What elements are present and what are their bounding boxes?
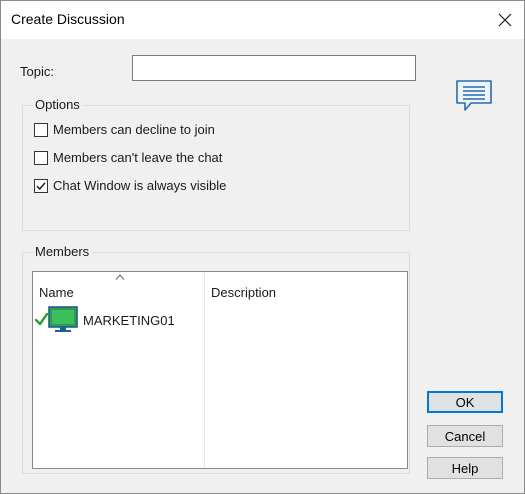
topic-input[interactable] (132, 55, 416, 81)
members-list[interactable]: Name Description MARKETING01 (32, 271, 408, 469)
close-button[interactable] (486, 1, 524, 39)
option-decline-to-join[interactable]: Members can decline to join (34, 122, 215, 137)
members-group-title: Members (33, 244, 93, 259)
checkmark-icon (36, 181, 46, 190)
close-icon (498, 13, 512, 27)
member-name: MARKETING01 (83, 312, 175, 328)
column-header-name[interactable]: Name (33, 272, 204, 300)
options-group-title: Options (33, 97, 83, 112)
decline-to-join-checkbox[interactable] (34, 122, 48, 137)
cant-leave-chat-checkbox[interactable] (34, 150, 48, 165)
cancel-button[interactable]: Cancel (427, 425, 503, 447)
option-cant-leave-chat[interactable]: Members can't leave the chat (34, 150, 222, 165)
create-discussion-dialog: Create Discussion Topic: Options Members… (0, 0, 525, 494)
column-header-description[interactable]: Description (204, 272, 407, 300)
option-chat-window-visible[interactable]: Chat Window is always visible (34, 178, 226, 193)
members-list-header: Name Description (33, 272, 407, 300)
connected-computer-icon (35, 306, 78, 332)
chat-bubble-icon (456, 80, 492, 111)
chat-window-visible-label: Chat Window is always visible (53, 178, 227, 193)
chat-window-visible-checkbox[interactable] (34, 178, 48, 193)
column-divider (204, 272, 205, 468)
options-group: Options Members can decline to join Memb… (22, 97, 410, 231)
column-header-name-label: Name (39, 285, 74, 300)
cant-leave-chat-label: Members can't leave the chat (53, 150, 223, 165)
title-bar: Create Discussion (1, 1, 524, 39)
ok-button[interactable]: OK (427, 391, 503, 413)
decline-to-join-label: Members can decline to join (53, 122, 215, 137)
column-header-description-label: Description (211, 285, 277, 300)
sort-ascending-icon (115, 274, 125, 280)
window-title: Create Discussion (11, 11, 125, 27)
topic-label: Topic: (20, 64, 54, 79)
list-item[interactable]: MARKETING01 (35, 306, 175, 334)
members-group: Members Name Description MARKETING01 (22, 244, 410, 474)
help-button[interactable]: Help (427, 457, 503, 479)
